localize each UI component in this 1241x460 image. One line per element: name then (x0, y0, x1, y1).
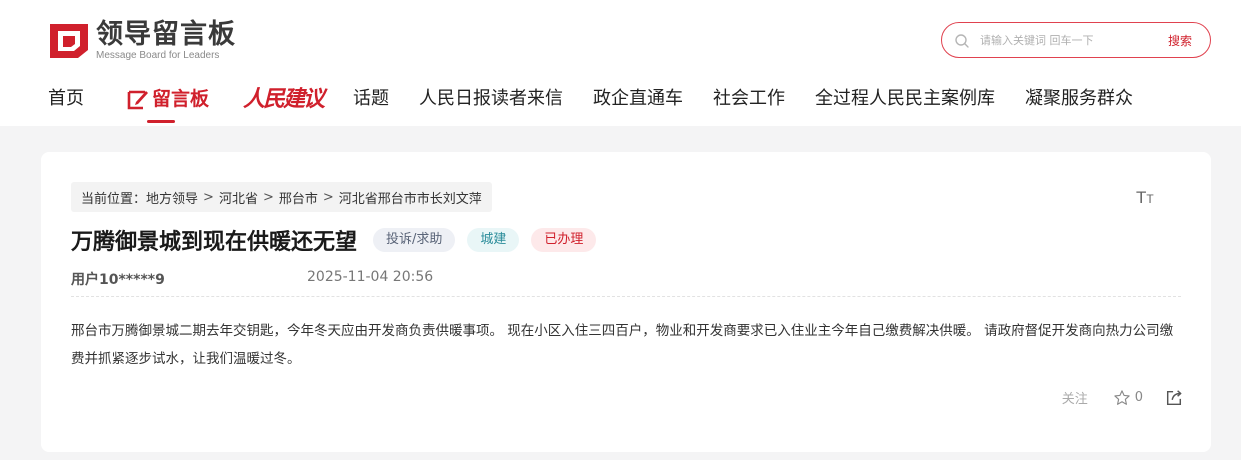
nav-item-people-suggestion[interactable]: 人民建议 (243, 86, 325, 114)
breadcrumb-separator: > (322, 189, 334, 205)
nav-item-label: 留言板 (152, 88, 210, 110)
message-board-icon (127, 90, 148, 110)
nav-item-message-board[interactable]: 留言板 (127, 86, 210, 123)
post-meta: 用户10*****9 2025-11-04 20:56 (71, 269, 433, 289)
breadcrumb: 当前位置： 地方领导 > 河北省 > 邢台市 > 河北省邢台市市长刘文萍 (71, 182, 492, 212)
logo-mark-icon (50, 24, 88, 58)
breadcrumb-item-local-leaders[interactable]: 地方领导 (146, 188, 198, 207)
site-header: 领导留言板 Message Board for Leaders 搜索 首页 留言… (0, 0, 1241, 126)
follow-button[interactable]: 关注 (1062, 388, 1088, 407)
nav-item-reader-letters[interactable]: 人民日报读者来信 (419, 86, 563, 112)
status-badge: 已办理 (531, 228, 597, 252)
post-content: 邢台市万腾御景城二期去年交钥匙，今年冬天应由开发商负责供暖事项。 现在小区入住三… (71, 323, 1174, 367)
breadcrumb-item-xingtai[interactable]: 邢台市 (279, 188, 318, 207)
search-input[interactable] (980, 31, 1160, 49)
nav-item-serve-masses[interactable]: 凝聚服务群众 (1025, 86, 1133, 112)
share-button[interactable] (1165, 389, 1183, 407)
breadcrumb-item-hebei[interactable]: 河北省 (219, 188, 258, 207)
type-tag: 投诉/求助 (373, 228, 456, 252)
breadcrumb-separator: > (203, 189, 214, 205)
like-count: 0 (1134, 390, 1143, 405)
divider (71, 296, 1181, 297)
logo-subtitle: Message Board for Leaders (96, 50, 220, 61)
message-detail-card: 当前位置： 地方领导 > 河北省 > 邢台市 > 河北省邢台市市长刘文萍 TT … (41, 152, 1211, 452)
like-button[interactable]: 0 (1113, 389, 1143, 407)
font-size-toggle-icon[interactable]: TT (1136, 188, 1154, 208)
post-author: 用户10*****9 (71, 272, 165, 288)
nav-item-democracy-cases[interactable]: 全过程人民民主案例库 (815, 86, 995, 112)
field-tag: 城建 (467, 228, 520, 252)
active-tab-indicator (147, 120, 175, 123)
breadcrumb-item-mayor[interactable]: 河北省邢台市市长刘文萍 (339, 188, 482, 207)
post-actions: 关注 0 (1062, 388, 1183, 407)
breadcrumb-prefix: 当前位置： (81, 191, 147, 207)
nav-item-social-work[interactable]: 社会工作 (713, 86, 785, 112)
post-time: 2025-11-04 20:56 (307, 269, 434, 285)
logo-title: 领导留言板 (96, 19, 236, 50)
people-suggestion-logo: 人民建议 (243, 86, 325, 112)
breadcrumb-separator: > (262, 189, 274, 205)
nav-item-home[interactable]: 首页 (48, 86, 84, 112)
site-logo[interactable]: 领导留言板 Message Board for Leaders (48, 20, 236, 62)
nav-item-topics[interactable]: 话题 (353, 86, 389, 112)
search-button[interactable]: 搜索 (1168, 32, 1192, 49)
title-row: 万腾御景城到现在供暖还无望 投诉/求助 城建 已办理 (71, 224, 597, 256)
star-icon (1114, 389, 1130, 405)
search-icon (955, 34, 969, 48)
search-box: 搜索 (941, 22, 1211, 58)
nav-item-business-express[interactable]: 政企直通车 (593, 86, 683, 112)
main-nav: 首页 留言板 人民建议 话题 人民日报读者来信 政企直通车 社会工作 全过程人民… (48, 86, 1163, 126)
post-title: 万腾御景城到现在供暖还无望 (71, 230, 358, 255)
share-icon (1166, 389, 1182, 405)
